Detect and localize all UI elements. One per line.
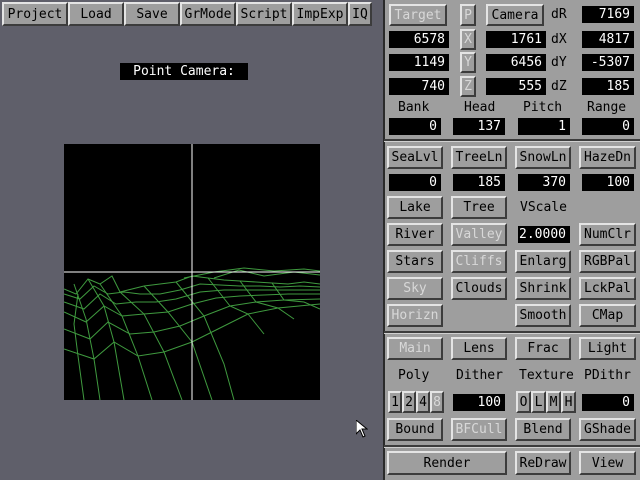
target-z-value[interactable]: 740 (389, 78, 449, 95)
bfcull-button[interactable]: BFCull (451, 418, 507, 441)
camera-z-value[interactable]: 555 (486, 78, 546, 95)
frac-tab[interactable]: Frac (515, 337, 571, 360)
grmode-menu[interactable]: GrMode (180, 2, 236, 26)
gshade-button[interactable]: GShade (579, 418, 636, 441)
render-button[interactable]: Render (387, 451, 507, 475)
poly-label: Poly (398, 368, 430, 383)
treeln-button[interactable]: TreeLn (451, 146, 507, 169)
dx-value[interactable]: 4817 (582, 31, 634, 48)
poly-2-button[interactable]: 2 (402, 391, 416, 413)
texture-label: Texture (519, 368, 574, 383)
redraw-button[interactable]: ReDraw (515, 451, 571, 475)
texture-m-button[interactable]: M (546, 391, 561, 413)
poly-4-button[interactable]: 4 (416, 391, 430, 413)
pdithr-value[interactable]: 0 (582, 394, 634, 411)
range-label: Range (587, 100, 627, 115)
dy-value[interactable]: -5307 (582, 54, 634, 71)
pitch-value[interactable]: 1 (518, 118, 570, 135)
sealvl-value[interactable]: 0 (389, 174, 441, 191)
separator (384, 445, 640, 448)
cliffs-button[interactable]: Cliffs (451, 250, 507, 273)
dy-label: dY (551, 55, 567, 70)
separator (384, 331, 640, 334)
horizn-button[interactable]: Horizn (387, 304, 443, 327)
terrain-preview-viewport[interactable] (64, 144, 320, 400)
iq-menu[interactable]: IQ (348, 2, 372, 26)
clouds-button[interactable]: Clouds (451, 277, 507, 300)
smooth-button[interactable]: Smooth (515, 304, 571, 327)
main-tab[interactable]: Main (387, 337, 443, 360)
camera-y-value[interactable]: 6456 (486, 54, 546, 71)
camera-button[interactable]: Camera (486, 4, 544, 26)
lens-tab[interactable]: Lens (451, 337, 507, 360)
pitch-label: Pitch (523, 100, 563, 115)
p-button[interactable]: P (460, 4, 476, 26)
project-menu[interactable]: Project (2, 2, 68, 26)
rgbpal-button[interactable]: RGBPal (579, 250, 636, 273)
bound-button[interactable]: Bound (387, 418, 443, 441)
terrain-wireframe (64, 144, 320, 400)
cmap-button[interactable]: CMap (579, 304, 636, 327)
shrink-button[interactable]: Shrink (515, 277, 571, 300)
camera-x-value[interactable]: 1761 (486, 31, 546, 48)
dr-value[interactable]: 7169 (582, 6, 634, 23)
save-menu[interactable]: Save (124, 2, 180, 26)
x-axis-button[interactable]: X (460, 29, 476, 50)
sky-button[interactable]: Sky (387, 277, 443, 300)
y-axis-button[interactable]: Y (460, 52, 476, 73)
bank-label: Bank (398, 100, 430, 115)
load-menu[interactable]: Load (68, 2, 124, 26)
hazedn-value[interactable]: 100 (582, 174, 634, 191)
target-y-value[interactable]: 1149 (389, 54, 449, 71)
dither-value[interactable]: 100 (453, 394, 505, 411)
poly-1-button[interactable]: 1 (388, 391, 402, 413)
snowln-value[interactable]: 370 (518, 174, 570, 191)
sealvl-button[interactable]: SeaLvl (387, 146, 443, 169)
script-menu[interactable]: Script (236, 2, 292, 26)
hazedn-button[interactable]: HazeDn (579, 146, 636, 169)
z-axis-button[interactable]: Z (460, 76, 476, 97)
dz-value[interactable]: 185 (582, 78, 634, 95)
lake-button[interactable]: Lake (387, 196, 443, 219)
range-value[interactable]: 0 (582, 118, 634, 135)
impexp-menu[interactable]: ImpExp (292, 2, 348, 26)
texture-l-button[interactable]: L (531, 391, 546, 413)
pdithr-label: PDithr (584, 368, 631, 383)
light-tab[interactable]: Light (579, 337, 636, 360)
bank-value[interactable]: 0 (389, 118, 441, 135)
target-button[interactable]: Target (389, 4, 447, 26)
mouse-cursor-icon (356, 420, 368, 438)
blend-button[interactable]: Blend (515, 418, 571, 441)
treeln-value[interactable]: 185 (453, 174, 505, 191)
separator (384, 139, 640, 142)
texture-h-button[interactable]: H (561, 391, 576, 413)
tree-button[interactable]: Tree (451, 196, 507, 219)
enlarg-button[interactable]: Enlarg (515, 250, 571, 273)
poly-8-button[interactable]: 8 (430, 391, 444, 413)
point-camera-title: Point Camera: (120, 63, 248, 80)
view-button[interactable]: View (579, 451, 636, 475)
head-label: Head (464, 100, 496, 115)
dither-label: Dither (456, 368, 503, 383)
snowln-button[interactable]: SnowLn (515, 146, 571, 169)
river-button[interactable]: River (387, 223, 443, 246)
target-x-value[interactable]: 6578 (389, 31, 449, 48)
dr-label: dR (551, 7, 567, 22)
valley-button[interactable]: Valley (451, 223, 507, 246)
dz-label: dZ (551, 79, 567, 94)
stars-button[interactable]: Stars (387, 250, 443, 273)
texture-o-button[interactable]: O (516, 391, 531, 413)
lckpal-button[interactable]: LckPal (579, 277, 636, 300)
vscale-value[interactable]: 2.0000 (518, 226, 570, 243)
dx-label: dX (551, 32, 567, 47)
numclr-button[interactable]: NumClr (579, 223, 636, 246)
vscale-label: VScale (520, 200, 567, 215)
head-value[interactable]: 137 (453, 118, 505, 135)
